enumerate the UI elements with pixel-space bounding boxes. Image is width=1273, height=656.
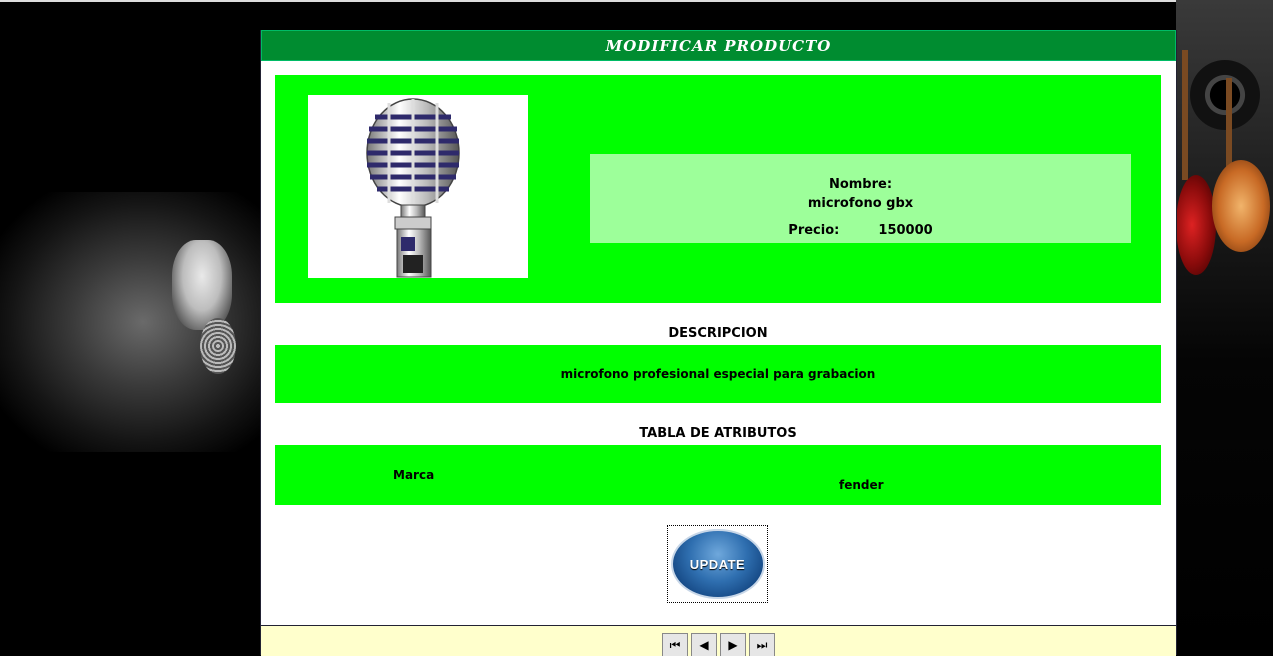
product-image xyxy=(308,95,528,278)
price-row: Precio: 150000 xyxy=(590,223,1131,238)
first-page-button[interactable]: ⏮ xyxy=(662,633,688,656)
hand-background-detail xyxy=(172,240,232,330)
panel-header: MODIFICAR PRODUCTO xyxy=(261,30,1176,61)
attributes-heading: TABLA DE ATRIBUTOS xyxy=(639,426,797,441)
top-border-line xyxy=(0,0,1273,2)
guitar-neck-1 xyxy=(1182,50,1188,180)
description-box: microfono profesional especial para grab… xyxy=(275,345,1161,403)
attributes-table: Marca fender xyxy=(275,445,1161,505)
red-guitar-body xyxy=(1176,175,1216,275)
wood-guitar-body xyxy=(1212,160,1270,252)
name-label: Nombre: xyxy=(828,177,893,192)
next-page-button[interactable]: ▶ xyxy=(720,633,746,656)
update-button-label: UPDATE xyxy=(670,529,765,599)
product-edit-panel: MODIFICAR PRODUCTO Nombre: microfono gbx… xyxy=(260,30,1177,656)
pagination-bar: ⏮ ◀ ▶ ⏭ xyxy=(261,625,1176,656)
description-text: microfono profesional especial para grab… xyxy=(560,367,876,381)
mic-background-detail xyxy=(200,318,236,374)
price-value: 150000 xyxy=(878,223,933,238)
product-info-box: Nombre: microfono gbx Precio: 150000 xyxy=(590,154,1131,243)
previous-page-button[interactable]: ◀ xyxy=(691,633,717,656)
guitar-neck-2 xyxy=(1226,78,1232,168)
microphone-icon xyxy=(366,98,460,278)
product-summary-box: Nombre: microfono gbx Precio: 150000 xyxy=(275,75,1161,303)
last-page-button[interactable]: ⏭ xyxy=(749,633,775,656)
attribute-name: Marca xyxy=(393,468,435,482)
attribute-value: fender xyxy=(839,478,884,492)
update-button[interactable]: UPDATE xyxy=(667,525,768,603)
speaker-background-detail xyxy=(1190,60,1260,130)
price-label: Precio: xyxy=(788,223,840,238)
description-heading: DESCRIPCION xyxy=(668,326,768,341)
name-value: microfono gbx xyxy=(807,196,914,211)
page-title: MODIFICAR PRODUCTO xyxy=(605,36,832,55)
